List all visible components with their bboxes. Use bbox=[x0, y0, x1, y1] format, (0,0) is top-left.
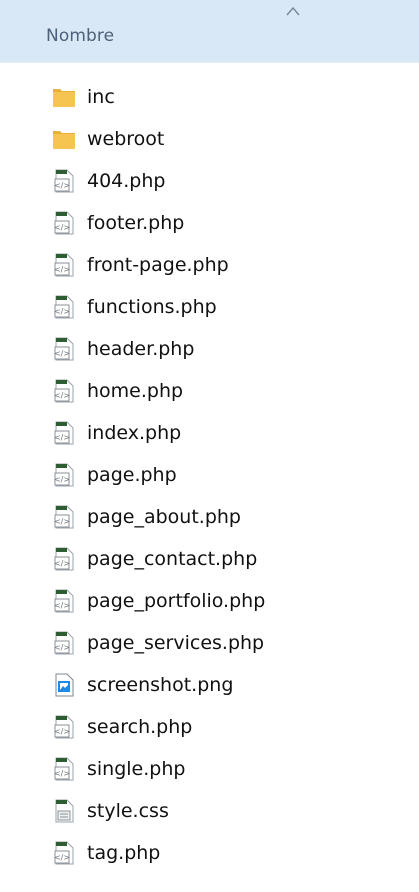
php-file-icon: </> bbox=[52, 169, 76, 193]
file-name: header.php bbox=[87, 338, 195, 360]
file-name: inc bbox=[87, 86, 115, 108]
svg-text:</>: </> bbox=[54, 475, 70, 484]
php-file-icon: </> bbox=[52, 253, 76, 277]
file-row[interactable]: </> home.php bbox=[0, 370, 419, 412]
file-name: functions.php bbox=[87, 296, 217, 318]
file-name: search.php bbox=[87, 716, 193, 738]
svg-text:</>: </> bbox=[54, 181, 70, 190]
file-row[interactable]: </> 404.php bbox=[0, 160, 419, 202]
file-row[interactable]: </> page_about.php bbox=[0, 496, 419, 538]
svg-text:</>: </> bbox=[54, 433, 70, 442]
file-row[interactable]: </> page_contact.php bbox=[0, 538, 419, 580]
file-name: page_services.php bbox=[87, 632, 265, 654]
file-name: screenshot.png bbox=[87, 674, 234, 696]
svg-text:</>: </> bbox=[54, 223, 70, 232]
folder-icon bbox=[52, 127, 76, 151]
svg-text:</>: </> bbox=[54, 769, 70, 778]
file-name: webroot bbox=[87, 128, 165, 150]
file-name: home.php bbox=[87, 380, 184, 402]
chevron-up-icon bbox=[286, 6, 300, 16]
svg-text:</>: </> bbox=[54, 391, 70, 400]
file-row[interactable]: </> front-page.php bbox=[0, 244, 419, 286]
php-file-icon: </> bbox=[52, 337, 76, 361]
svg-text:</>: </> bbox=[54, 307, 70, 316]
svg-text:</>: </> bbox=[54, 265, 70, 274]
php-file-icon: </> bbox=[52, 715, 76, 739]
file-name: page_contact.php bbox=[87, 548, 258, 570]
file-row[interactable]: </> search.php bbox=[0, 706, 419, 748]
file-row[interactable]: </> page_portfolio.php bbox=[0, 580, 419, 622]
php-file-icon: </> bbox=[52, 295, 76, 319]
svg-text:</>: </> bbox=[54, 517, 70, 526]
image-file-icon bbox=[52, 673, 76, 697]
file-row[interactable]: </> page.php bbox=[0, 454, 419, 496]
file-name: page.php bbox=[87, 464, 177, 486]
svg-text:</>: </> bbox=[54, 643, 70, 652]
php-file-icon: </> bbox=[52, 757, 76, 781]
svg-text:</>: </> bbox=[54, 601, 70, 610]
php-file-icon: </> bbox=[52, 211, 76, 235]
php-file-icon: </> bbox=[52, 841, 76, 865]
css-file-icon bbox=[52, 799, 76, 823]
file-row[interactable]: style.css bbox=[0, 790, 419, 832]
php-file-icon: </> bbox=[52, 421, 76, 445]
file-name: 404.php bbox=[87, 170, 166, 192]
file-row[interactable]: inc bbox=[0, 76, 419, 118]
file-explorer-pane: Nombre inc webroot </> 404.php </> footer.… bbox=[0, 0, 419, 892]
svg-text:</>: </> bbox=[54, 727, 70, 736]
column-header-name[interactable]: Nombre bbox=[0, 0, 419, 63]
file-name: index.php bbox=[87, 422, 182, 444]
php-file-icon: </> bbox=[52, 505, 76, 529]
php-file-icon: </> bbox=[52, 463, 76, 487]
file-name: single.php bbox=[87, 758, 186, 780]
file-name: front-page.php bbox=[87, 254, 229, 276]
file-name: footer.php bbox=[87, 212, 185, 234]
file-row[interactable]: </> footer.php bbox=[0, 202, 419, 244]
php-file-icon: </> bbox=[52, 547, 76, 571]
svg-text:</>: </> bbox=[54, 349, 70, 358]
file-row[interactable]: </> page_services.php bbox=[0, 622, 419, 664]
file-name: tag.php bbox=[87, 842, 161, 864]
folder-icon bbox=[52, 85, 76, 109]
file-list: inc webroot </> 404.php </> footer.php </>… bbox=[0, 76, 419, 874]
php-file-icon: </> bbox=[52, 589, 76, 613]
svg-text:</>: </> bbox=[54, 853, 70, 862]
file-name: page_portfolio.php bbox=[87, 590, 266, 612]
svg-text:</>: </> bbox=[54, 559, 70, 568]
file-row[interactable]: screenshot.png bbox=[0, 664, 419, 706]
php-file-icon: </> bbox=[52, 631, 76, 655]
file-row[interactable]: </> single.php bbox=[0, 748, 419, 790]
file-row[interactable]: </> tag.php bbox=[0, 832, 419, 874]
file-row[interactable]: </> functions.php bbox=[0, 286, 419, 328]
column-header-label: Nombre bbox=[46, 26, 115, 46]
file-row[interactable]: webroot bbox=[0, 118, 419, 160]
file-row[interactable]: </> index.php bbox=[0, 412, 419, 454]
file-name: page_about.php bbox=[87, 506, 241, 528]
file-name: style.css bbox=[87, 800, 169, 822]
file-row[interactable]: </> header.php bbox=[0, 328, 419, 370]
php-file-icon: </> bbox=[52, 379, 76, 403]
